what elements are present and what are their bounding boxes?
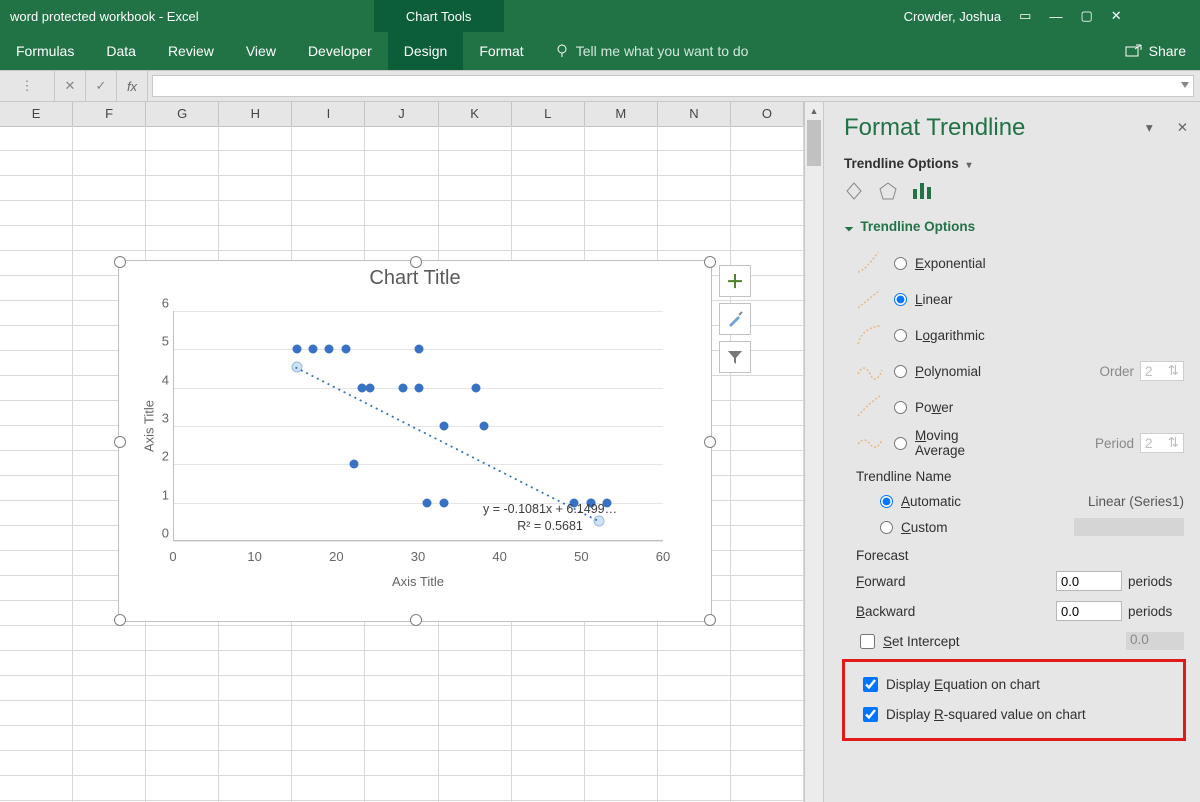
- cancel-icon[interactable]: ✕: [55, 71, 86, 101]
- options-icon[interactable]: [912, 181, 932, 201]
- ma-icon: [856, 430, 884, 456]
- chart-filter-button[interactable]: [719, 341, 751, 373]
- ma-period-spinner: 2⇅: [1140, 433, 1184, 453]
- y-axis-labels: 0123456: [145, 303, 169, 549]
- vertical-scrollbar[interactable]: ▲: [804, 102, 823, 802]
- resize-handle[interactable]: [410, 614, 422, 626]
- worksheet[interactable]: E F G H I J K L M N O Chart Title: [0, 102, 804, 802]
- share-button[interactable]: Share: [1125, 43, 1200, 59]
- chart-styles-button[interactable]: [719, 303, 751, 335]
- scroll-thumb[interactable]: [807, 120, 821, 166]
- tab-developer[interactable]: Developer: [292, 32, 388, 70]
- enter-icon[interactable]: ✓: [86, 71, 117, 101]
- titlebar: word protected workbook - Excel Chart To…: [0, 0, 1200, 32]
- fill-line-icon[interactable]: [844, 181, 864, 201]
- log-icon: [856, 322, 884, 348]
- exp-icon: [856, 250, 884, 276]
- trend-type-moving-average[interactable]: MovingAverage Period2⇅: [856, 425, 1184, 461]
- linear-icon: [856, 286, 884, 312]
- ribbon-tabs: Formulas Data Review View Developer Desi…: [0, 32, 1200, 70]
- custom-name-input[interactable]: [1074, 518, 1184, 536]
- col-header[interactable]: J: [365, 102, 438, 126]
- forward-input[interactable]: [1056, 571, 1122, 591]
- backward-input[interactable]: [1056, 601, 1122, 621]
- chart-title[interactable]: Chart Title: [119, 267, 711, 290]
- forecast-forward: Forward periods: [856, 569, 1184, 593]
- format-trendline-pane: ▾ ✕ Format Trendline Trendline Options T…: [823, 102, 1200, 802]
- highlighted-options: Display Equation on chart Display R-squa…: [842, 659, 1186, 741]
- trend-type-power[interactable]: Power: [856, 389, 1184, 425]
- trendline-name-custom[interactable]: Custom: [856, 514, 1184, 540]
- pane-close-icon[interactable]: ✕: [1177, 120, 1188, 136]
- trendline-name-automatic[interactable]: Automatic Linear (Series1): [856, 488, 1184, 514]
- forecast-backward: Backward periods: [856, 599, 1184, 623]
- col-header[interactable]: M: [585, 102, 658, 126]
- resize-handle[interactable]: [114, 256, 126, 268]
- resize-handle[interactable]: [114, 614, 126, 626]
- scroll-up-icon[interactable]: ▲: [805, 102, 823, 120]
- pane-title: Format Trendline: [844, 114, 1184, 142]
- chart-side-buttons: ＋: [719, 265, 751, 373]
- trend-type-polynomial[interactable]: Polynomial Order2⇅: [856, 353, 1184, 389]
- tab-view[interactable]: View: [230, 32, 292, 70]
- maximize-icon[interactable]: ▢: [1080, 8, 1092, 24]
- set-intercept[interactable]: Set Intercept 0.0: [856, 629, 1184, 653]
- resize-handle[interactable]: [704, 436, 716, 448]
- effects-icon[interactable]: [878, 181, 898, 201]
- resize-handle[interactable]: [410, 256, 422, 268]
- fx-icon[interactable]: fx: [117, 71, 148, 101]
- forecast-label: Forecast: [856, 548, 1184, 563]
- trend-type-logarithmic[interactable]: Logarithmic: [856, 317, 1184, 353]
- formula-input[interactable]: [152, 75, 1194, 97]
- close-icon[interactable]: ✕: [1111, 8, 1122, 24]
- poly-icon: [856, 358, 884, 384]
- trend-type-exponential[interactable]: EExponentialxponential: [856, 245, 1184, 281]
- resize-handle[interactable]: [704, 614, 716, 626]
- display-equation-checkbox[interactable]: Display Equation on chart: [859, 672, 1181, 696]
- col-header[interactable]: O: [731, 102, 804, 126]
- col-header[interactable]: N: [658, 102, 731, 126]
- contextual-tab-group: Chart Tools: [374, 0, 504, 32]
- tell-me[interactable]: Tell me what you want to do: [554, 43, 749, 59]
- chart-object[interactable]: Chart Title Axis Title Axis Title 012345…: [118, 260, 712, 622]
- col-header[interactable]: H: [219, 102, 292, 126]
- tab-formulas[interactable]: Formulas: [0, 32, 90, 70]
- formula-bar: ⋮ ✕ ✓ fx: [0, 70, 1200, 102]
- tab-format[interactable]: Format: [463, 32, 539, 70]
- x-axis-title[interactable]: Axis Title: [173, 574, 663, 589]
- tab-design[interactable]: Design: [388, 32, 464, 70]
- pane-category-icons: [844, 181, 1184, 201]
- tab-review[interactable]: Review: [152, 32, 230, 70]
- poly-order-spinner: 2⇅: [1140, 361, 1184, 381]
- power-icon: [856, 394, 884, 420]
- pane-subtitle[interactable]: Trendline Options: [844, 156, 1184, 171]
- user-name: Crowder, Joshua: [904, 9, 1002, 24]
- workbook-title: word protected workbook - Excel: [0, 9, 199, 24]
- name-box[interactable]: ⋮: [0, 71, 55, 101]
- trendline-options-section[interactable]: Trendline Options: [844, 219, 1184, 235]
- col-header[interactable]: E: [0, 102, 73, 126]
- column-headers: E F G H I J K L M N O: [0, 102, 804, 127]
- minimize-icon[interactable]: —: [1049, 9, 1062, 24]
- resize-handle[interactable]: [114, 436, 126, 448]
- ribbon-display-icon[interactable]: ▭: [1019, 8, 1031, 24]
- brush-icon: [726, 310, 744, 328]
- share-icon: [1125, 44, 1143, 58]
- display-r-squared-checkbox[interactable]: Display R-squared value on chart: [859, 702, 1181, 726]
- trend-type-linear[interactable]: Linear: [856, 281, 1184, 317]
- col-header[interactable]: I: [292, 102, 365, 126]
- col-header[interactable]: K: [439, 102, 512, 126]
- col-header[interactable]: F: [73, 102, 146, 126]
- trendline-name-label: Trendline Name: [856, 469, 1184, 484]
- plot-area[interactable]: Axis Title Axis Title 0123456 0102030405…: [173, 311, 663, 541]
- col-header[interactable]: G: [146, 102, 219, 126]
- lightbulb-icon: [554, 43, 570, 59]
- funnel-icon: [727, 349, 743, 365]
- pane-dropdown-icon[interactable]: ▾: [1146, 120, 1153, 136]
- col-header[interactable]: L: [512, 102, 585, 126]
- tab-data[interactable]: Data: [90, 32, 152, 70]
- trendline-label[interactable]: y = -0.1081x + 6.1499… R² = 0.5681: [483, 501, 617, 535]
- chart-elements-button[interactable]: ＋: [719, 265, 751, 297]
- resize-handle[interactable]: [704, 256, 716, 268]
